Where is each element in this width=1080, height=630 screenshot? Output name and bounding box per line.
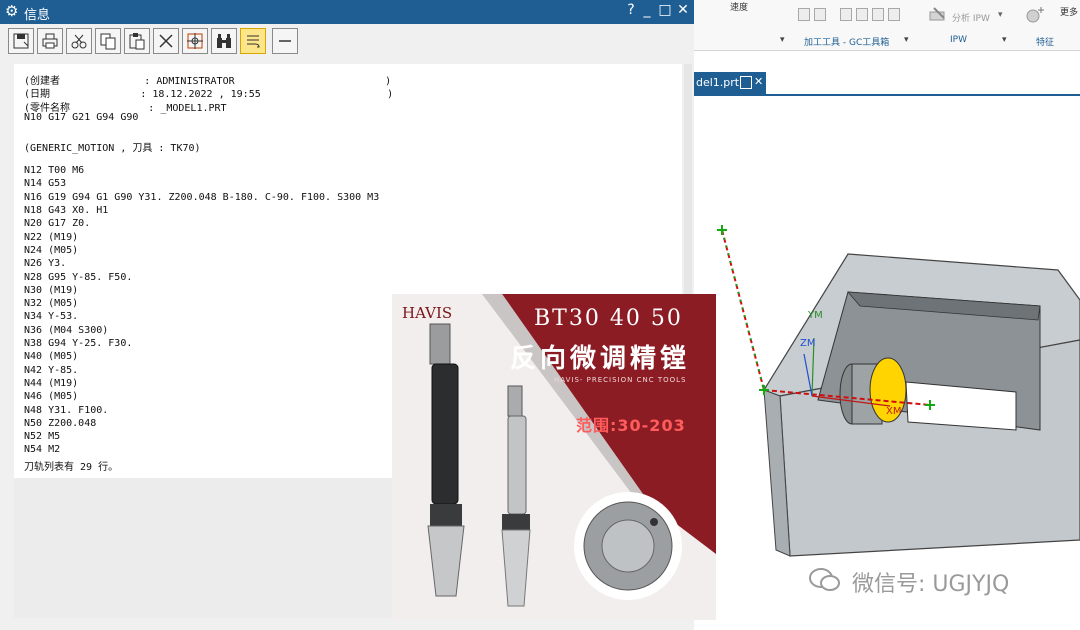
tab-label: del1.prt: [696, 76, 740, 89]
wechat-icon: [809, 568, 840, 591]
print-icon[interactable]: [37, 28, 63, 54]
promo-tagline: HAVIS- PRECISION CNC TOOLS: [554, 376, 687, 384]
tool-icon[interactable]: [872, 8, 884, 21]
promo-image: HAVIS BT30 40 50 反向微调精镗 HAVIS- PRECISION…: [392, 294, 716, 620]
window-title: 信息: [24, 8, 51, 23]
info-text-line: N46 (M05): [24, 391, 79, 403]
promo-brand: HAVIS: [402, 304, 453, 322]
tool-icon[interactable]: [798, 8, 810, 21]
info-text-line: N20 G17 Z0.: [24, 218, 91, 230]
copy-icon[interactable]: [95, 28, 121, 54]
wrap-icon[interactable]: [240, 28, 266, 54]
tool-icon[interactable]: [814, 8, 826, 21]
info-text-line: N54 M2: [24, 444, 61, 456]
info-text-line: (GENERIC_MOTION , 刀具 : TK70): [24, 142, 201, 154]
info-text-line: N52 M5: [24, 431, 61, 443]
chevron-down-icon[interactable]: ▾: [1002, 35, 1007, 45]
info-text-line: N28 G95 Y-85. F50.: [24, 271, 133, 283]
info-text-line: N14 G53: [24, 178, 67, 190]
plus-marker-icon: [717, 225, 727, 235]
analyze-ipw-button[interactable]: 分析 IPW: [952, 11, 990, 24]
tool-icon[interactable]: [856, 8, 868, 21]
chevron-down-icon[interactable]: ▾: [998, 10, 1003, 20]
info-text-line: N22 (M19): [24, 231, 79, 243]
close-tab-icon[interactable]: ✕: [754, 75, 763, 88]
nx-graphics-area: 速度 分析 IPW ▾ 更多 ▾ 加工工具 - GC工具箱 ▾ IPW ▾ 特征…: [694, 0, 1080, 630]
tool-icon[interactable]: [840, 8, 852, 21]
info-text-line: N26 Y3.: [24, 258, 67, 270]
minus-icon[interactable]: [272, 28, 298, 54]
more-button[interactable]: 更多: [1060, 5, 1078, 18]
watermark-text: 微信号: UGJYJQ: [852, 572, 1010, 597]
nx-ribbon: 速度 分析 IPW ▾ 更多 ▾ 加工工具 - GC工具箱 ▾ IPW ▾ 特征: [694, 0, 1080, 51]
group-ipw[interactable]: IPW: [950, 35, 967, 45]
part-3d-model[interactable]: YM ZM XM: [694, 200, 1080, 560]
feature-icon[interactable]: [1024, 6, 1046, 24]
chevron-down-icon[interactable]: ▾: [904, 35, 909, 45]
promo-range: 范围:30-203: [576, 416, 686, 435]
binoculars-icon[interactable]: [211, 28, 237, 54]
tab-model1[interactable]: del1.prt ✕: [694, 72, 766, 94]
info-text-line: N40 (M05): [24, 351, 79, 363]
find-icon[interactable]: [182, 28, 208, 54]
ym-label: YM: [807, 310, 823, 321]
info-text-line: N42 Y-85.: [24, 364, 79, 376]
zm-label: ZM: [800, 338, 815, 349]
wechat-watermark: 微信号: UGJYJQ: [792, 560, 1062, 600]
minimize-button[interactable]: _: [638, 2, 656, 18]
info-text-line: N48 Y31. F100.: [24, 404, 109, 416]
group-machining-tools[interactable]: 加工工具 - GC工具箱: [804, 35, 889, 48]
close-button[interactable]: ✕: [674, 2, 692, 18]
cut-icon[interactable]: [66, 28, 92, 54]
pin-icon[interactable]: [740, 76, 752, 89]
save-icon[interactable]: [8, 28, 34, 54]
info-text-line: N30 (M19): [24, 284, 79, 296]
info-text-line: N12 T00 M6: [24, 165, 85, 177]
group-feature[interactable]: 特征: [1036, 35, 1054, 48]
gear-icon: ⚙: [5, 2, 19, 20]
speed-label[interactable]: 速度: [730, 0, 748, 13]
info-text-line: N44 (M19): [24, 377, 79, 389]
info-text-line: N36 (M04 S300): [24, 324, 109, 336]
info-text-line: N32 (M05): [24, 298, 79, 310]
ipw-analysis-icon[interactable]: [928, 6, 950, 24]
info-text-line: N34 Y-53.: [24, 311, 79, 323]
promo-subhead: 反向微调精镗: [510, 344, 691, 374]
maximize-button[interactable]: □: [656, 2, 674, 18]
info-text-line: N18 G43 X0. H1: [24, 205, 109, 216]
info-text-line: 刀轨列表有 29 行。: [24, 461, 119, 473]
info-text-line: N50 Z200.048: [24, 417, 97, 429]
info-titlebar[interactable]: ⚙ 信息 ? _ □ ✕: [0, 0, 694, 24]
tab-strip: del1.prt ✕: [694, 72, 1080, 96]
info-text-line: N38 G94 Y-25. F30.: [24, 338, 133, 349]
xm-label: XM: [886, 406, 901, 417]
tool-icon[interactable]: [888, 8, 900, 21]
promo-headline: BT30 40 50: [534, 306, 683, 331]
info-text-line: N10 G17 G21 G94 G90: [24, 111, 139, 123]
info-text-line: N16 G19 G94 G1 G90 Y31. Z200.048 B-180. …: [24, 191, 380, 203]
delete-icon[interactable]: [153, 28, 179, 54]
info-text-line: N24 (M05): [24, 244, 79, 256]
paste-icon[interactable]: [124, 28, 150, 54]
chevron-down-icon[interactable]: ▾: [780, 35, 785, 45]
